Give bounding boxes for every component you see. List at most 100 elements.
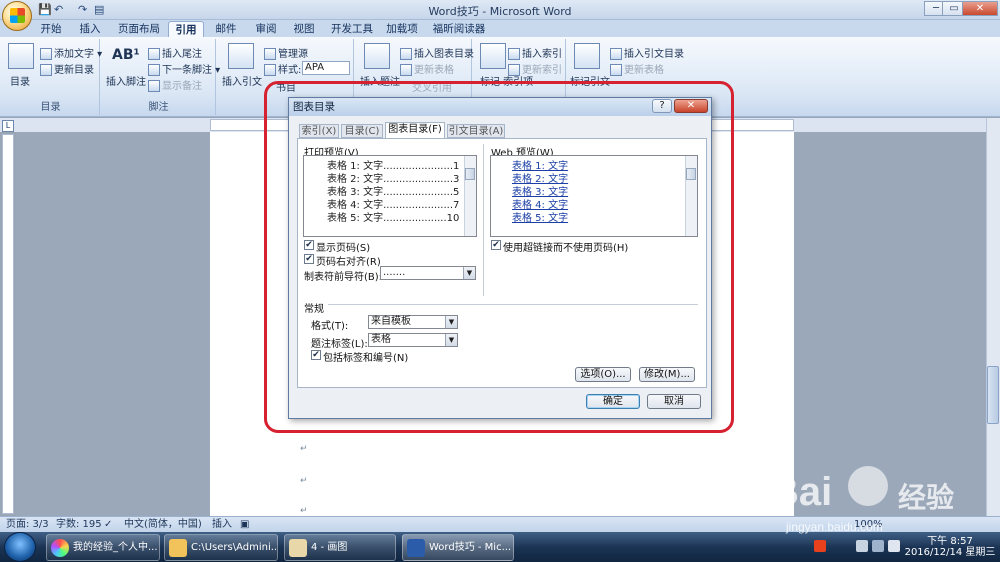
insert-table-of-figures-button[interactable]: 插入图表目录	[400, 45, 474, 60]
scrollbar-thumb[interactable]	[987, 366, 999, 424]
tab-view[interactable]: 视图	[286, 21, 322, 37]
status-words[interactable]: 字数: 195	[56, 517, 102, 532]
tab-mailings[interactable]: 邮件	[208, 21, 244, 37]
next-footnote-button[interactable]: 下一条脚注 ▾	[148, 61, 220, 76]
mark-citation-icon	[574, 43, 600, 69]
tab-addins[interactable]: 加载项	[382, 21, 422, 37]
general-divider	[304, 304, 698, 305]
include-label-text: 包括标签和编号(N)	[323, 353, 409, 364]
style-combo[interactable]: APA	[302, 61, 350, 75]
ime-icon[interactable]	[814, 540, 826, 552]
close-button[interactable]: ✕	[962, 1, 998, 16]
tab-table-of-authorities[interactable]: 引文目录(A)	[447, 124, 505, 138]
tab-insert[interactable]: 插入	[72, 21, 108, 37]
office-logo-icon	[10, 8, 25, 23]
toc-button[interactable]: 目录	[10, 73, 30, 88]
update-toa-icon	[610, 64, 622, 76]
dialog-close-button[interactable]: ✕	[674, 99, 708, 113]
folder-icon	[169, 539, 187, 557]
update-table-icon	[400, 64, 412, 76]
group-toc-label: 目录	[40, 102, 61, 113]
show-notes-button[interactable]: 显示备注	[148, 77, 202, 92]
general-label: 常规	[304, 300, 328, 315]
tab-page-layout[interactable]: 页面布局	[114, 21, 164, 37]
paragraph-mark: ↵	[300, 476, 308, 486]
macro-record-icon[interactable]: ▣	[240, 517, 249, 532]
vertical-scrollbar[interactable]	[986, 118, 1000, 516]
tab-developer[interactable]: 开发工具	[326, 21, 378, 37]
tab-references[interactable]: 引用	[168, 21, 204, 37]
insert-endnote-button[interactable]: 插入尾注	[148, 45, 202, 60]
tab-leader-label: 制表符前导符(B):	[304, 272, 383, 283]
right-align-label: 页码右对齐(R)	[316, 257, 381, 268]
tab-table-of-figures[interactable]: 图表目录(F)	[385, 122, 445, 138]
show-page-numbers-checkbox[interactable]: ✔	[304, 240, 314, 250]
tab-review[interactable]: 审阅	[248, 21, 284, 37]
dialog-title: 图表目录	[289, 98, 711, 116]
caption-label-select[interactable]: 表格 ▼	[368, 333, 458, 347]
use-hyperlinks-checkbox[interactable]: ✔	[491, 240, 501, 250]
insert-citation-button[interactable]: 插入引文	[222, 73, 262, 88]
chevron-down-icon: ▼	[445, 334, 457, 346]
status-mode[interactable]: 插入	[212, 517, 232, 532]
watermark-url: jingyan.baidu.com	[786, 520, 883, 534]
formats-value: 来自模板	[371, 316, 411, 327]
caption-label-label: 题注标签(L):	[311, 339, 368, 350]
help-button[interactable]: ?	[652, 99, 672, 113]
insert-footnote-button[interactable]: 插入脚注	[106, 73, 146, 88]
next-footnote-icon	[148, 64, 160, 76]
print-preview-scroll-thumb[interactable]	[465, 168, 475, 180]
tab-foxit[interactable]: 福昕阅读器	[428, 21, 490, 37]
update-toc-button[interactable]: 更新目录	[40, 61, 94, 76]
options-button[interactable]: 选项(O)...	[575, 367, 631, 382]
spellcheck-icon[interactable]: ✓	[104, 517, 112, 532]
network-icon[interactable]	[872, 540, 884, 552]
tab-home[interactable]: 开始	[34, 21, 68, 37]
group-footnotes-label: 脚注	[148, 102, 169, 113]
ribbon-tabs: 开始 插入 页面布局 引用 邮件 审阅 视图 开发工具 加载项 福昕阅读器	[0, 20, 1000, 37]
tab-index[interactable]: 索引(X)	[299, 124, 339, 138]
taskbar-item-word[interactable]: Word技巧 - Mic...	[402, 534, 514, 561]
insert-index-button[interactable]: 插入索引	[508, 45, 562, 60]
insert-caption-icon	[364, 43, 390, 69]
paragraph-mark: ↵	[300, 444, 308, 454]
tab-selector[interactable]: L	[2, 120, 14, 132]
start-button[interactable]	[4, 532, 36, 562]
cancel-button[interactable]: 取消	[647, 394, 701, 409]
volume-icon[interactable]	[888, 540, 900, 552]
vertical-ruler[interactable]	[2, 134, 14, 514]
toc-icon	[8, 43, 34, 69]
insert-toa-button[interactable]: 插入引文目录	[610, 45, 684, 60]
web-preview-scroll-thumb[interactable]	[686, 168, 696, 180]
manage-sources-icon	[264, 48, 276, 60]
office-button[interactable]	[2, 1, 32, 31]
status-page[interactable]: 页面: 3/3	[6, 517, 49, 532]
taskbar-item-explorer[interactable]: C:\Users\Admini...	[164, 534, 278, 561]
endnote-icon	[148, 48, 160, 60]
clock[interactable]: 下午 8:57 2016/12/14 星期三	[904, 536, 996, 558]
update-toc-icon	[40, 64, 52, 76]
update-toa-button[interactable]: 更新表格	[610, 61, 664, 76]
right-align-checkbox[interactable]: ✔	[304, 254, 314, 264]
add-text-button[interactable]: 添加文字 ▾	[40, 45, 102, 60]
style-label: 样式:	[264, 61, 301, 76]
include-label-checkbox[interactable]: ✔	[311, 350, 321, 360]
browser-icon	[51, 539, 69, 557]
taskbar-item-browser[interactable]: 我的经验_个人中...	[46, 534, 160, 561]
manage-sources-button[interactable]: 管理源	[264, 45, 308, 60]
modify-button[interactable]: 修改(M)...	[639, 367, 695, 382]
show-page-numbers-label: 显示页码(S)	[316, 243, 371, 254]
tab-leader-value: .......	[383, 267, 406, 278]
window-title: Word技巧 - Microsoft Word	[428, 5, 572, 18]
status-language[interactable]: 中文(简体，中国)	[124, 517, 202, 532]
update-table-button[interactable]: 更新表格	[400, 61, 454, 76]
group-footnotes: AB¹ 插入脚注 插入尾注 下一条脚注 ▾ 显示备注 脚注	[102, 39, 220, 115]
tab-toc[interactable]: 目录(C)	[341, 124, 383, 138]
update-index-button[interactable]: 更新索引	[508, 61, 562, 76]
formats-select[interactable]: 来自模板 ▼	[368, 315, 458, 329]
taskbar-item-paint[interactable]: 4 - 画图	[284, 534, 396, 561]
tab-leader-select[interactable]: ....... ▼	[380, 266, 476, 280]
tray-icon[interactable]	[856, 540, 868, 552]
ok-button[interactable]: 确定	[586, 394, 640, 409]
vertical-divider	[483, 144, 484, 296]
